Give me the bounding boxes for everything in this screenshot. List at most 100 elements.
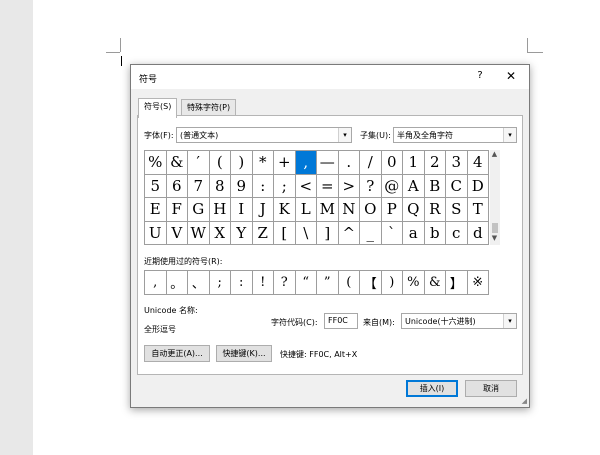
symbol-cell[interactable]: : bbox=[252, 174, 274, 198]
symbol-cell[interactable]: Y bbox=[231, 221, 253, 245]
symbol-cell[interactable]: * bbox=[252, 151, 274, 175]
symbol-cell[interactable]: 2 bbox=[424, 151, 446, 175]
recent-symbol-cell[interactable]: 【 bbox=[360, 271, 382, 295]
symbol-cell[interactable]: 3 bbox=[446, 151, 468, 175]
symbol-cell[interactable]: @ bbox=[381, 174, 403, 198]
close-button[interactable]: ✕ bbox=[503, 69, 519, 85]
symbol-cell[interactable]: a bbox=[403, 221, 425, 245]
symbol-cell[interactable]: 5 bbox=[145, 174, 167, 198]
symbol-cell[interactable]: X bbox=[209, 221, 231, 245]
insert-button[interactable]: 插入(I) bbox=[406, 380, 458, 397]
recent-symbol-cell[interactable]: ※ bbox=[467, 271, 489, 295]
symbol-cell[interactable]: M bbox=[317, 198, 339, 222]
symbol-cell[interactable]: ] bbox=[317, 221, 339, 245]
symbol-cell[interactable]: 4 bbox=[467, 151, 489, 175]
symbol-cell[interactable]: K bbox=[274, 198, 296, 222]
symbol-cell[interactable]: 0 bbox=[381, 151, 403, 175]
shortcut-key-button[interactable]: 快捷键(K)... bbox=[216, 345, 272, 362]
symbol-cell[interactable]: I bbox=[231, 198, 253, 222]
recent-symbol-cell[interactable]: , bbox=[145, 271, 167, 295]
symbol-cell[interactable]: < bbox=[295, 174, 317, 198]
symbol-cell[interactable]: — bbox=[317, 151, 339, 175]
symbol-cell[interactable]: V bbox=[166, 221, 188, 245]
recent-symbol-cell[interactable]: ! bbox=[252, 271, 274, 295]
symbol-cell[interactable]: G bbox=[188, 198, 210, 222]
symbol-cell[interactable]: S bbox=[446, 198, 468, 222]
symbol-grid[interactable]: % & ′() * +, —./0 1 2 3 4 5 6 7 8 9:; < = >? @ A B C D E F G H I J K L… bbox=[144, 150, 489, 245]
subset-select[interactable]: 半角及全角字符 ▾ bbox=[393, 127, 517, 143]
symbol-cell[interactable]: 7 bbox=[188, 174, 210, 198]
symbol-cell[interactable]: N bbox=[338, 198, 360, 222]
scroll-down-icon[interactable]: ▼ bbox=[490, 234, 499, 244]
symbol-cell[interactable]: ) bbox=[231, 151, 253, 175]
symbol-cell[interactable]: ′ bbox=[188, 151, 210, 175]
scroll-thumb[interactable] bbox=[492, 223, 498, 233]
symbol-cell[interactable]: ? bbox=[360, 174, 382, 198]
symbol-cell[interactable]: d bbox=[467, 221, 489, 245]
recent-symbol-cell[interactable]: & bbox=[424, 271, 446, 295]
autocorrect-button[interactable]: 自动更正(A)... bbox=[144, 345, 210, 362]
recent-symbol-cell[interactable]: : bbox=[231, 271, 253, 295]
recent-symbol-cell[interactable]: ; bbox=[209, 271, 231, 295]
dialog-titlebar[interactable]: 符号 ? ✕ bbox=[131, 65, 529, 89]
symbol-cell[interactable]: c bbox=[446, 221, 468, 245]
symbol-grid-scrollbar[interactable]: ▲ ▼ bbox=[490, 150, 500, 245]
symbol-cell[interactable]: ( bbox=[209, 151, 231, 175]
symbol-cell[interactable]: H bbox=[209, 198, 231, 222]
symbol-cell-selected[interactable]: , bbox=[295, 151, 317, 175]
symbol-cell[interactable]: J bbox=[252, 198, 274, 222]
symbol-cell[interactable]: ` bbox=[381, 221, 403, 245]
symbol-cell[interactable]: L bbox=[295, 198, 317, 222]
symbol-cell[interactable]: b bbox=[424, 221, 446, 245]
recent-symbol-cell[interactable]: 、 bbox=[188, 271, 210, 295]
symbol-cell[interactable]: 9 bbox=[231, 174, 253, 198]
symbol-cell[interactable]: ; bbox=[274, 174, 296, 198]
symbol-cell[interactable]: O bbox=[360, 198, 382, 222]
symbol-cell[interactable]: / bbox=[360, 151, 382, 175]
symbol-cell[interactable]: R bbox=[424, 198, 446, 222]
symbol-cell[interactable]: 8 bbox=[209, 174, 231, 198]
recent-symbol-cell[interactable]: ) bbox=[381, 271, 403, 295]
symbol-cell[interactable]: _ bbox=[360, 221, 382, 245]
help-button[interactable]: ? bbox=[473, 70, 487, 84]
symbol-cell[interactable]: 6 bbox=[166, 174, 188, 198]
symbol-cell[interactable]: Q bbox=[403, 198, 425, 222]
symbol-cell[interactable]: U bbox=[145, 221, 167, 245]
symbol-cell[interactable]: E bbox=[145, 198, 167, 222]
symbol-cell[interactable]: F bbox=[166, 198, 188, 222]
from-label: 来自(M): bbox=[363, 318, 395, 327]
symbol-cell[interactable]: [ bbox=[274, 221, 296, 245]
resize-grip-icon[interactable]: ◢ bbox=[522, 397, 527, 405]
symbol-cell[interactable]: . bbox=[338, 151, 360, 175]
symbol-cell[interactable]: ^ bbox=[338, 221, 360, 245]
recent-symbols-grid[interactable]: ,。、;:!? “”(【)% &】 ※ bbox=[144, 270, 489, 295]
font-select[interactable]: (普通文本) ▾ bbox=[176, 127, 352, 143]
tab-symbols[interactable]: 符号(S) bbox=[138, 98, 178, 118]
recent-symbol-cell[interactable]: % bbox=[403, 271, 425, 295]
recent-symbol-cell[interactable]: ( bbox=[338, 271, 360, 295]
symbol-cell[interactable]: Z bbox=[252, 221, 274, 245]
symbol-cell[interactable]: 1 bbox=[403, 151, 425, 175]
recent-symbol-cell[interactable]: 】 bbox=[446, 271, 468, 295]
cancel-button[interactable]: 取消 bbox=[465, 380, 517, 397]
symbol-cell[interactable]: D bbox=[467, 174, 489, 198]
symbol-cell[interactable]: % bbox=[145, 151, 167, 175]
char-code-input[interactable]: FF0C bbox=[324, 313, 358, 329]
symbol-cell[interactable]: C bbox=[446, 174, 468, 198]
recent-symbol-cell[interactable]: ? bbox=[274, 271, 296, 295]
symbol-cell[interactable]: P bbox=[381, 198, 403, 222]
symbol-cell[interactable]: & bbox=[166, 151, 188, 175]
symbol-cell[interactable]: W bbox=[188, 221, 210, 245]
recent-symbol-cell[interactable]: “ bbox=[295, 271, 317, 295]
symbol-cell[interactable]: T bbox=[467, 198, 489, 222]
symbol-cell[interactable]: \ bbox=[295, 221, 317, 245]
symbol-cell[interactable]: = bbox=[317, 174, 339, 198]
symbol-cell[interactable]: + bbox=[274, 151, 296, 175]
symbol-cell[interactable]: A bbox=[403, 174, 425, 198]
symbol-cell[interactable]: B bbox=[424, 174, 446, 198]
recent-symbol-cell[interactable]: ” bbox=[317, 271, 339, 295]
from-select[interactable]: Unicode(十六进制) ▾ bbox=[401, 313, 517, 329]
symbol-cell[interactable]: > bbox=[338, 174, 360, 198]
recent-symbol-cell[interactable]: 。 bbox=[166, 271, 188, 295]
scroll-up-icon[interactable]: ▲ bbox=[490, 150, 499, 160]
